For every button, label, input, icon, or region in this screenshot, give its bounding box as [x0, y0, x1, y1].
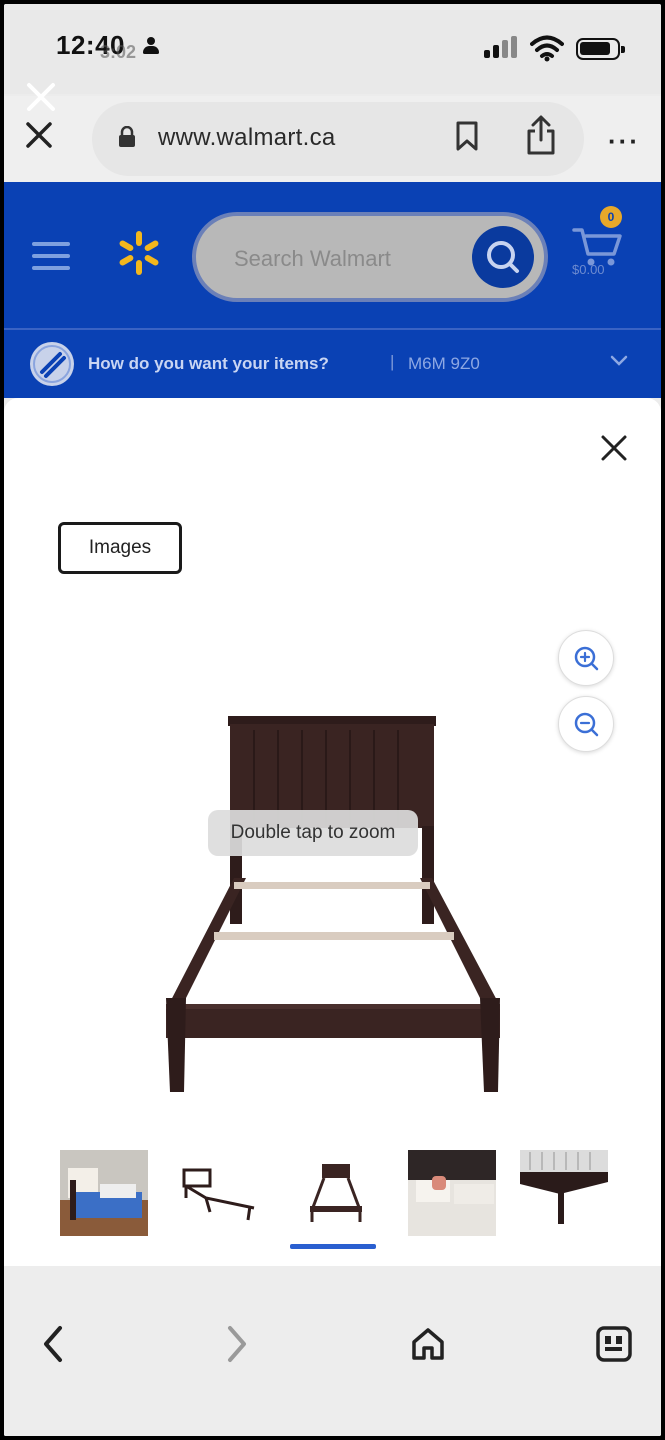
zoom-in-icon: [574, 646, 599, 671]
zoom-out-button[interactable]: [558, 696, 614, 752]
bookmark-icon[interactable]: [454, 120, 480, 152]
delivery-method-icon: [30, 342, 74, 386]
zoom-out-icon: [574, 712, 599, 737]
delivery-separator: |: [390, 352, 395, 371]
browser-bottom-bar: [4, 1266, 661, 1436]
tab-images[interactable]: Images: [58, 522, 182, 574]
selected-thumbnail-indicator: [290, 1244, 376, 1249]
thumbnail-frame-front[interactable]: [292, 1150, 380, 1236]
delivery-bar[interactable]: How do you want your items? | M6M 9Z0: [4, 328, 661, 398]
close-icon[interactable]: [600, 434, 628, 462]
thumbnail-bedroom-scene[interactable]: [60, 1150, 148, 1236]
status-time-ghost: 3:02: [100, 42, 137, 62]
walmart-spark-logo[interactable]: [114, 228, 164, 278]
menu-icon[interactable]: [32, 242, 70, 270]
double-tap-tooltip: Double tap to zoom: [208, 810, 418, 856]
search-icon: [487, 241, 519, 273]
share-icon[interactable]: [524, 114, 558, 156]
phone-screen: 12:40 3:02 www.walmart.ca ··· Search Wal…: [4, 4, 661, 1436]
tabs-icon[interactable]: [594, 1324, 634, 1364]
battery-icon: [576, 38, 625, 60]
browser-toolbar: www.walmart.ca ···: [4, 96, 661, 182]
address-bar[interactable]: www.walmart.ca: [92, 102, 584, 176]
product-image-bed-frame[interactable]: [154, 708, 514, 1098]
zoom-in-button[interactable]: [558, 630, 614, 686]
back-arrow-icon[interactable]: [38, 1324, 68, 1364]
lock-icon: [119, 126, 135, 147]
person-icon: [142, 37, 160, 57]
cart-total: $0.00: [572, 262, 605, 277]
status-bar: 12:40 3:02: [4, 4, 661, 94]
overlay-close-icon[interactable]: [24, 80, 58, 114]
cellular-signal-icon: [484, 36, 520, 58]
home-icon[interactable]: [408, 1324, 448, 1364]
url-text: www.walmart.ca: [158, 124, 336, 151]
search-button[interactable]: [472, 226, 534, 288]
thumbnail-strip: [4, 1150, 661, 1240]
chevron-down-icon[interactable]: [610, 354, 628, 368]
forward-arrow-icon[interactable]: [222, 1324, 252, 1364]
search-bar[interactable]: Search Walmart: [192, 212, 548, 302]
search-placeholder: Search Walmart: [234, 246, 391, 271]
cart-count-badge: 0: [600, 206, 622, 228]
delivery-prompt: How do you want your items?: [88, 354, 329, 373]
thumbnail-bed-with-pillows[interactable]: [408, 1150, 496, 1236]
thumbnail-mattress-corner[interactable]: [520, 1150, 608, 1236]
more-options-icon[interactable]: ···: [608, 126, 640, 157]
thumbnail-frame-side[interactable]: [176, 1150, 264, 1236]
postal-code: M6M 9Z0: [408, 354, 480, 373]
close-tab-icon[interactable]: [24, 120, 54, 150]
wifi-icon: [530, 35, 564, 62]
walmart-header: Search Walmart 0 $0.00: [4, 182, 661, 328]
cart-icon[interactable]: [570, 212, 630, 292]
